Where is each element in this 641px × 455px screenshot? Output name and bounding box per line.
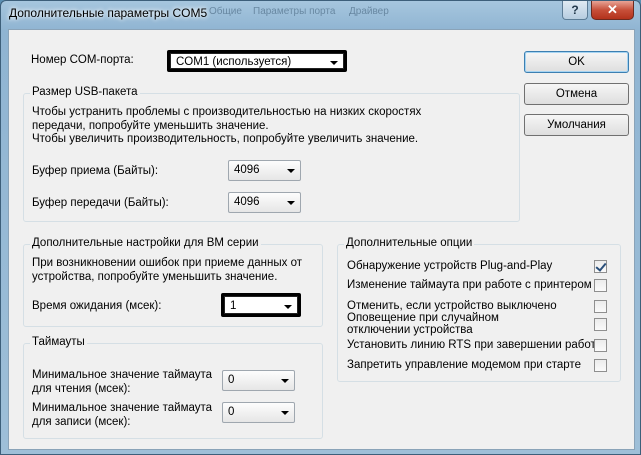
timeouts-group: Таймауты Минимальное значение таймаута д… bbox=[23, 336, 323, 439]
option-label-surprise-removal: Оповещение при случайном отключении устр… bbox=[347, 312, 499, 336]
chevron-down-icon bbox=[330, 61, 338, 65]
option-label-cancel-if-off: Отменить, если устройство выключено bbox=[347, 300, 557, 312]
read-timeout-label: Минимальное значение таймаута для чтения… bbox=[32, 369, 213, 395]
option-checkbox-disable-modem-ctrl[interactable] bbox=[594, 359, 607, 372]
rx-buffer-value: 4096 bbox=[234, 164, 260, 176]
tx-buffer-dropdown[interactable]: 4096 bbox=[228, 192, 301, 213]
chevron-down-icon bbox=[287, 169, 295, 173]
bm-settings-desc: При возникновении ошибок при приеме данн… bbox=[32, 257, 302, 283]
title-bar[interactable]: Общие Параметры порта Драйвер Дополнител… bbox=[1, 1, 640, 27]
option-checkbox-pnp[interactable] bbox=[594, 260, 607, 273]
options-group-title: Дополнительные опции bbox=[344, 237, 475, 249]
read-timeout-value: 0 bbox=[228, 374, 235, 386]
write-timeout-value: 0 bbox=[228, 406, 235, 418]
timeouts-group-title: Таймауты bbox=[30, 336, 87, 348]
bm-settings-group-title: Дополнительные настройки для BM серии bbox=[30, 237, 261, 249]
tx-buffer-label: Буфер передачи (Байты): bbox=[32, 197, 169, 209]
option-label-printer-timeout: Изменение таймаута при работе с принтеро… bbox=[347, 279, 592, 291]
option-label-pnp: Обнаружение устройств Plug-and-Play bbox=[347, 260, 553, 272]
chevron-down-icon bbox=[287, 201, 295, 205]
latency-label: Время ожидания (мсек): bbox=[32, 300, 162, 312]
option-label-rts-on-close: Установить линию RTS при завершении рабо… bbox=[347, 339, 605, 351]
read-timeout-dropdown[interactable]: 0 bbox=[222, 370, 295, 391]
help-icon: ? bbox=[571, 3, 579, 17]
options-group: Дополнительные опции Обнаружение устройс… bbox=[337, 237, 621, 382]
usb-packet-desc-1: Чтобы устранить проблемы с производитель… bbox=[32, 106, 422, 132]
tx-buffer-value: 4096 bbox=[234, 196, 260, 208]
com-port-label: Номер COM-порта: bbox=[31, 54, 134, 66]
usb-packet-group: Размер USB-пакета Чтобы устранить пробле… bbox=[23, 86, 520, 222]
rx-buffer-dropdown[interactable]: 4096 bbox=[228, 160, 301, 181]
window-title: Дополнительные параметры COM5 bbox=[9, 6, 208, 20]
ok-button[interactable]: OK bbox=[524, 51, 629, 73]
bm-settings-group: Дополнительные настройки для BM серии Пр… bbox=[23, 237, 323, 327]
option-checkbox-rts-on-close[interactable] bbox=[594, 339, 607, 352]
background-tab-general: Общие bbox=[209, 6, 242, 17]
com-port-dropdown[interactable]: COM1 (используется) bbox=[167, 50, 347, 72]
option-checkbox-cancel-if-off[interactable] bbox=[594, 300, 607, 313]
com-port-value: COM1 (используется) bbox=[176, 56, 292, 68]
latency-value: 1 bbox=[230, 300, 237, 312]
write-timeout-label: Минимальное значение таймаута для записи… bbox=[32, 402, 213, 428]
close-icon: ✕ bbox=[607, 2, 618, 17]
rx-buffer-label: Буфер приема (Байты): bbox=[32, 165, 159, 177]
help-button[interactable]: ? bbox=[562, 1, 588, 20]
latency-dropdown[interactable]: 1 bbox=[221, 293, 301, 317]
chevron-down-icon bbox=[281, 411, 289, 415]
close-button[interactable]: ✕ bbox=[591, 1, 634, 20]
usb-packet-desc-2: Чтобы увеличить производительность, попр… bbox=[32, 133, 419, 145]
option-checkbox-printer-timeout[interactable] bbox=[594, 279, 607, 292]
write-timeout-dropdown[interactable]: 0 bbox=[222, 402, 295, 423]
cancel-button[interactable]: Отмена bbox=[524, 83, 629, 105]
background-tab-driver: Драйвер bbox=[349, 6, 389, 17]
dialog-window: Общие Параметры порта Драйвер Дополнител… bbox=[0, 0, 641, 455]
option-checkbox-surprise-removal[interactable] bbox=[594, 318, 607, 331]
defaults-button[interactable]: Умолчания bbox=[524, 114, 629, 136]
dialog-client-area: Номер COM-порта: COM1 (используется) Раз… bbox=[8, 29, 635, 450]
option-label-disable-modem-ctrl: Запретить управление модемом при старте bbox=[347, 359, 581, 371]
usb-packet-group-title: Размер USB-пакета bbox=[30, 86, 140, 98]
chevron-down-icon bbox=[281, 379, 289, 383]
background-tab-port-settings: Параметры порта bbox=[253, 6, 336, 17]
chevron-down-icon bbox=[284, 305, 292, 309]
